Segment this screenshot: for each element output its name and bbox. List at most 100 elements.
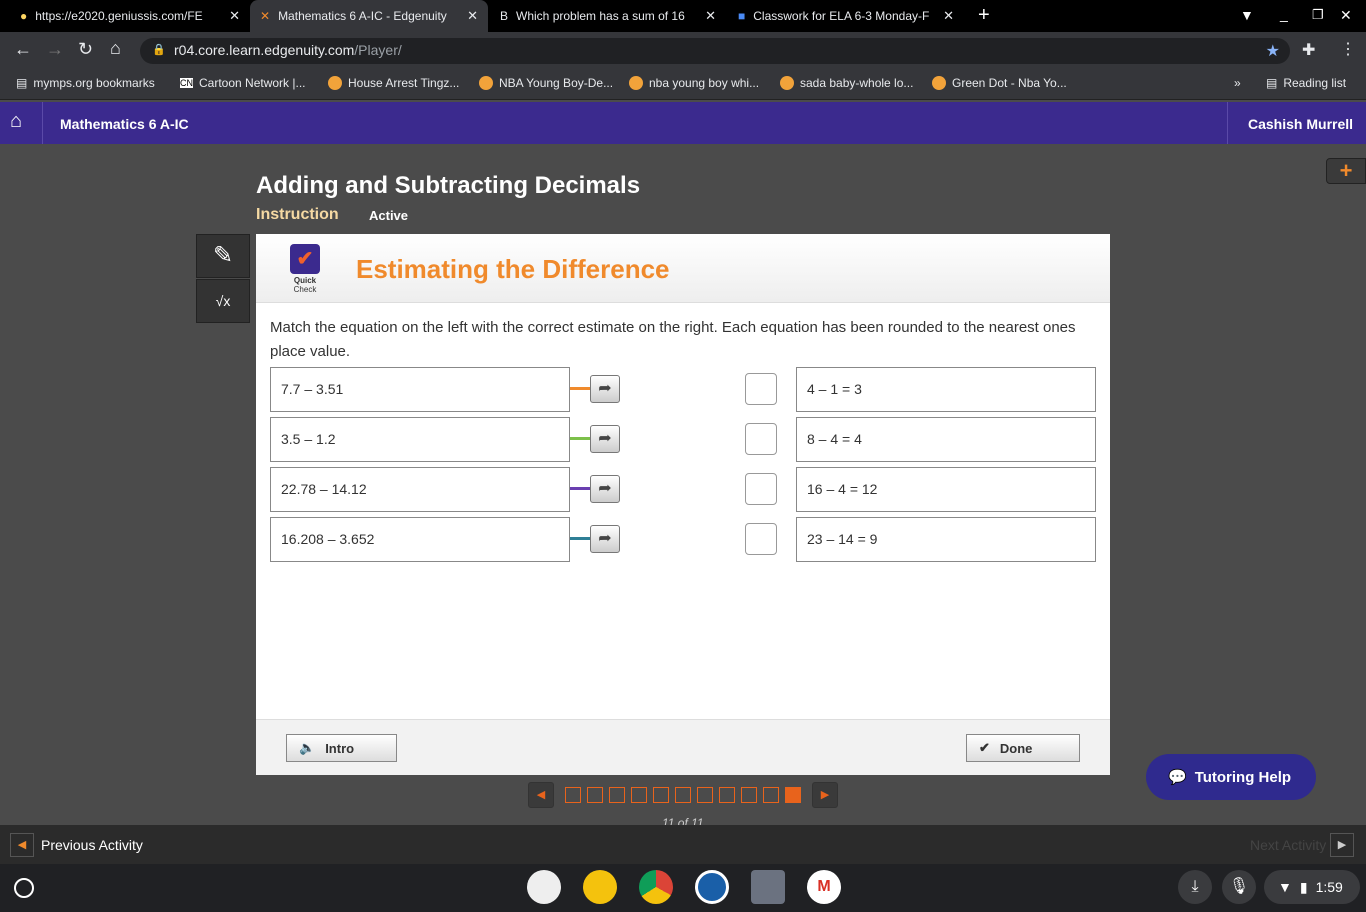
bookmark-item[interactable]: Green Dot - Nba Yo... (932, 76, 1067, 90)
connector-line (570, 437, 590, 440)
page-indicator[interactable] (653, 787, 669, 803)
bookmark-icon (932, 76, 946, 90)
estimate-item[interactable]: 8 – 4 = 4 (796, 417, 1096, 462)
page-indicator[interactable] (785, 787, 801, 803)
estimate-item[interactable]: 16 – 4 = 12 (796, 467, 1096, 512)
equation-item[interactable]: 22.78 – 14.12 (270, 467, 570, 512)
section-label: Instruction (256, 206, 339, 223)
course-title: Mathematics 6 A-IC (60, 116, 189, 132)
match-target-box[interactable] (745, 423, 777, 455)
tab-classroom[interactable]: ■ Classwork for ELA 6-3 Monday-F ✕ (728, 0, 964, 32)
connect-arrow-button[interactable]: ➦ (590, 425, 620, 453)
activity-nav-bar: ◀ Previous Activity Next Activity ▶ (0, 825, 1366, 864)
connect-arrow-button[interactable]: ➦ (590, 525, 620, 553)
minimize-icon[interactable]: _ (1280, 6, 1288, 22)
intro-button[interactable]: 🔈 Intro (286, 734, 397, 762)
classroom-icon: ■ (738, 9, 746, 23)
previous-activity-link[interactable]: Previous Activity (41, 837, 143, 853)
gmail-app-icon[interactable]: M (807, 870, 841, 904)
page-indicator[interactable] (719, 787, 735, 803)
page-indicator[interactable] (675, 787, 691, 803)
os-shelf: ⤓ 🎙 ▼ ▮ 1:59 (0, 864, 1366, 912)
chrome-app-icon[interactable] (639, 870, 673, 904)
check-icon: ✔ (979, 740, 990, 755)
activity-panel: ✔ Quick Check Estimating the Difference M… (256, 234, 1110, 775)
equation-item[interactable]: 3.5 – 1.2 (270, 417, 570, 462)
tote-icon[interactable]: ⤓ (1178, 870, 1212, 904)
edgenuity-icon: ✕ (260, 9, 271, 23)
next-activity-icon[interactable]: ▶ (1330, 833, 1354, 857)
page-indicator[interactable] (609, 787, 625, 803)
page-indicator[interactable] (741, 787, 757, 803)
tab-search-icon[interactable]: ▼ (1240, 7, 1254, 23)
page-indicator[interactable] (763, 787, 779, 803)
menu-icon[interactable]: ⋮ (1340, 39, 1356, 59)
estimate-item[interactable]: 23 – 14 = 9 (796, 517, 1096, 562)
close-window-icon[interactable]: ✕ (1340, 7, 1352, 24)
activity-title: Estimating the Difference (356, 254, 670, 284)
user-name[interactable]: Cashish Murrell (1248, 116, 1353, 132)
bookmark-item[interactable]: CN Cartoon Network |... (180, 76, 306, 90)
app-icon[interactable] (751, 870, 785, 904)
close-tab-icon[interactable]: ✕ (229, 8, 240, 24)
equation-item[interactable]: 7.7 – 3.51 (270, 367, 570, 412)
page-indicator[interactable] (587, 787, 603, 803)
activity-footer: 🔈 Intro ✔ Done (256, 719, 1110, 775)
bookmark-item[interactable]: House Arrest Tingz... (328, 76, 459, 90)
match-target-box[interactable] (745, 473, 777, 505)
status-tray[interactable]: ▼ ▮ 1:59 (1264, 870, 1360, 904)
reading-list-button[interactable]: ▤ Reading list (1266, 76, 1346, 90)
home-icon[interactable]: ⌂ (110, 38, 121, 59)
previous-activity-icon[interactable]: ◀ (10, 833, 34, 857)
tab-edgenuity[interactable]: ✕ Mathematics 6 A-IC - Edgenuity ✕ (250, 0, 488, 32)
connector-line (570, 537, 590, 540)
mps-sso-app-icon[interactable] (695, 870, 729, 904)
done-button[interactable]: ✔ Done (966, 734, 1080, 762)
bookmark-icon (780, 76, 794, 90)
bookmark-item[interactable]: sada baby-whole lo... (780, 76, 913, 90)
close-tab-icon[interactable]: ✕ (467, 8, 478, 24)
back-icon[interactable]: ← (14, 39, 32, 60)
close-tab-icon[interactable]: ✕ (943, 8, 954, 24)
more-bookmarks-icon[interactable]: » (1234, 76, 1241, 90)
forward-icon[interactable]: → (46, 39, 64, 60)
equation-item[interactable]: 16.208 – 3.652 (270, 517, 570, 562)
close-tab-icon[interactable]: ✕ (705, 8, 716, 24)
launcher-icon[interactable] (14, 878, 34, 898)
lock-icon: 🔒 (152, 44, 166, 56)
status-label: Active (369, 208, 409, 223)
bookmark-item[interactable]: nba young boy whi... (629, 76, 759, 90)
page-indicator[interactable] (697, 787, 713, 803)
pencil-tool-icon[interactable]: ✎ (196, 234, 250, 278)
extensions-icon[interactable]: ✚ (1302, 40, 1315, 60)
previous-page-button[interactable]: ◀ (528, 782, 554, 808)
connect-arrow-button[interactable]: ➦ (590, 375, 620, 403)
page-indicator[interactable] (565, 787, 581, 803)
next-page-button[interactable]: ▶ (812, 782, 838, 808)
bookmark-icon (479, 76, 493, 90)
maximize-icon[interactable]: ❐ (1312, 7, 1324, 23)
estimate-item[interactable]: 4 – 1 = 3 (796, 367, 1096, 412)
match-target-box[interactable] (745, 373, 777, 405)
page-indicator[interactable] (631, 787, 647, 803)
mic-icon[interactable]: 🎙 (1222, 870, 1256, 904)
url-input[interactable]: 🔒 r04.core.learn.edgenuity.com/Player/★ (140, 38, 1290, 64)
tab-brainly[interactable]: B Which problem has a sum of 16 ✕ (490, 0, 726, 32)
bookmark-star-icon[interactable]: ★ (1266, 41, 1280, 61)
tab-geniussis[interactable]: ● https://e2020.geniussis.com/FE ✕ (10, 0, 250, 32)
next-activity-link[interactable]: Next Activity (1250, 837, 1326, 853)
connect-arrow-button[interactable]: ➦ (590, 475, 620, 503)
new-tab-icon[interactable]: + (978, 4, 990, 27)
reload-icon[interactable]: ↻ (78, 39, 93, 60)
app-header: ⌂ Mathematics 6 A-IC Cashish Murrell (0, 102, 1366, 144)
match-target-box[interactable] (745, 523, 777, 555)
home-icon[interactable]: ⌂ (10, 110, 22, 133)
add-button[interactable]: + (1326, 158, 1366, 184)
bookmark-item[interactable]: ▤ mymps.org bookmarks (16, 76, 155, 90)
bookmark-icon (328, 76, 342, 90)
classroom-app-icon[interactable] (583, 870, 617, 904)
chrome-canary-app-icon[interactable] (527, 870, 561, 904)
math-tool-icon[interactable]: √x (196, 279, 250, 323)
bookmark-item[interactable]: NBA Young Boy-De... (479, 76, 613, 90)
tutoring-help-button[interactable]: 💬 Tutoring Help (1146, 754, 1316, 800)
